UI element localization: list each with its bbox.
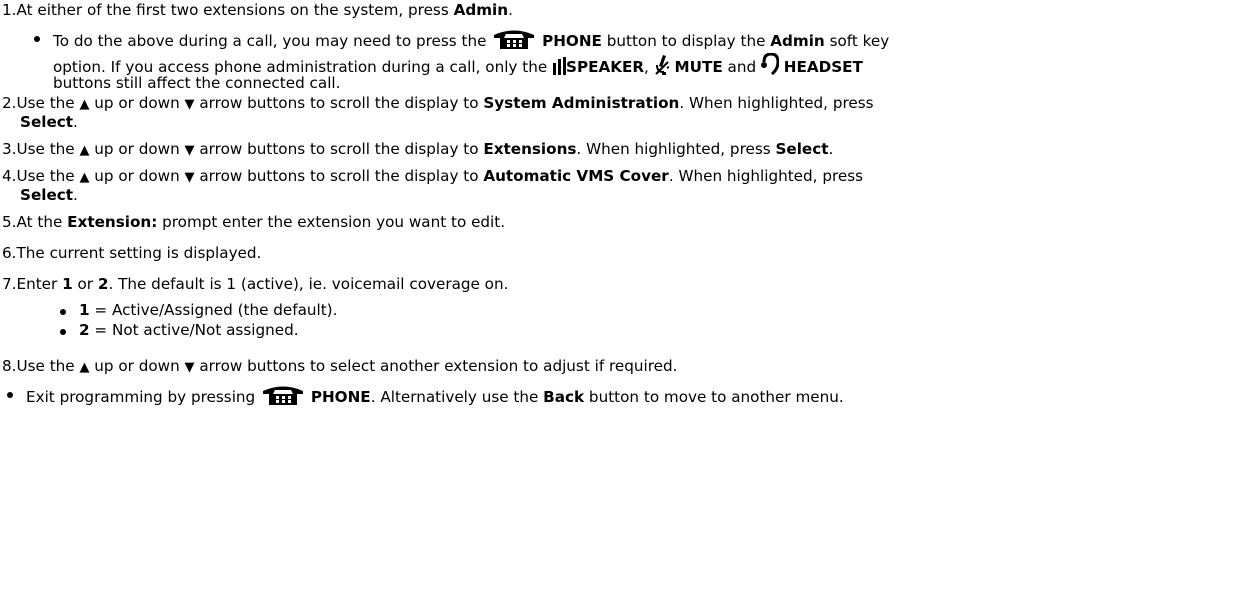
step-text-mid: up or down [89, 167, 185, 185]
step-2-cont: Select. [20, 112, 78, 132]
phone-icon [260, 383, 306, 410]
mute-icon [654, 55, 670, 80]
step-8: 8.Use the ▲ up or down ▼ arrow buttons t… [2, 356, 677, 378]
step-2: 2.Use the ▲ up or down ▼ arrow buttons t… [2, 93, 874, 115]
phone-icon [491, 27, 537, 54]
step-5: 5.At the Extension: prompt enter the ext… [2, 212, 505, 232]
option-1: 1 = Active/Assigned (the default). [79, 300, 337, 320]
speaker-label: SPEAKER [566, 58, 645, 76]
up-arrow-icon: ▲ [79, 170, 90, 185]
exit-text: Exit programming by pressing [26, 388, 261, 406]
step-number: 1. [2, 1, 17, 19]
step-text-mid2: . When highlighted, press [576, 140, 776, 158]
step-number: 8. [2, 357, 17, 375]
step-number: 3. [2, 140, 17, 158]
select-label: Select [20, 113, 74, 131]
up-arrow-icon: ▲ [79, 360, 90, 375]
option-value: 2 [79, 321, 90, 339]
step-text-mid: up or down [89, 140, 185, 158]
phone-label: PHONE [542, 32, 602, 50]
step-text: Use the [16, 140, 80, 158]
exit-instruction: Exit programming by pressing PHONE. Alte… [26, 383, 844, 410]
step-text-post: arrow buttons to scroll the display to [194, 140, 484, 158]
step-text-end: . [828, 140, 834, 158]
step-number: 7. [2, 275, 17, 293]
menu-item-label: Automatic VMS Cover [483, 167, 669, 185]
menu-item-label: Extensions [483, 140, 577, 158]
step-text-end: prompt enter the extension you want to e… [157, 213, 506, 231]
step-text-mid: up or down [89, 357, 185, 375]
headset-icon [760, 52, 780, 80]
up-arrow-icon: ▲ [79, 97, 90, 112]
bullet [34, 36, 40, 42]
step-1-note-line-1: To do the above during a call, you may n… [53, 27, 889, 54]
step-7: 7.Enter 1 or 2. The default is 1 (active… [2, 274, 508, 294]
step-text-end: . When highlighted, press [679, 94, 874, 112]
mute-label: MUTE [674, 58, 723, 76]
step-3: 3.Use the ▲ up or down ▼ arrow buttons t… [2, 139, 833, 161]
note-text-mid: button to display the [601, 32, 771, 50]
step-text-mid: up or down [89, 94, 185, 112]
document-page: { "steps": { "s1": {"num": "1.", "pre": … [0, 0, 1259, 604]
step-text-end: . [508, 1, 513, 19]
step-text-end: . [73, 113, 78, 131]
exit-text-mid: . Alternatively use the [370, 388, 544, 406]
step-text-end: . When highlighted, press [668, 167, 864, 185]
note-text: buttons still affect the connected call. [53, 74, 341, 92]
step-1-note-line-3: buttons still affect the connected call. [53, 73, 340, 93]
down-arrow-icon: ▼ [184, 143, 195, 158]
option-2: 2 = Not active/Not assigned. [79, 320, 299, 340]
prompt-label: Extension: [67, 213, 158, 231]
step-1: 1.At either of the first two extensions … [2, 0, 513, 20]
phone-label: PHONE [310, 388, 371, 406]
admin-label: Admin [770, 32, 825, 50]
bullet [7, 392, 13, 398]
menu-item-label: System Administration [483, 94, 680, 112]
headset-label: HEADSET [783, 58, 863, 76]
bullet [60, 309, 66, 315]
step-text-end: . The default is 1 (active), ie. voicema… [108, 275, 509, 293]
note-text: To do the above during a call, you may n… [53, 32, 492, 50]
bullet [60, 329, 66, 335]
option-value: 2 [97, 275, 109, 293]
step-number: 6. [2, 244, 17, 262]
step-text: Use the [16, 167, 80, 185]
exit-text-end: button to move to another menu. [584, 388, 844, 406]
up-arrow-icon: ▲ [79, 143, 90, 158]
option-text: = Not active/Not assigned. [89, 321, 299, 339]
select-label: Select [20, 186, 74, 204]
step-text: Use the [16, 94, 80, 112]
step-text-end: arrow buttons to select another extensio… [194, 357, 678, 375]
step-text: The current setting is displayed. [16, 244, 262, 262]
admin-label: Admin [453, 1, 509, 19]
separator-and: and [722, 58, 761, 76]
speaker-icon [552, 57, 566, 80]
step-4-cont: Select. [20, 185, 78, 205]
step-text-post: arrow buttons to scroll the display to [194, 167, 484, 185]
select-label: Select [775, 140, 829, 158]
step-text-post: arrow buttons to scroll the display to [194, 94, 484, 112]
step-number: 4. [2, 167, 17, 185]
step-text: At either of the first two extensions on… [16, 1, 454, 19]
separator: , [644, 58, 654, 76]
option-value: 1 [79, 301, 90, 319]
back-label: Back [543, 388, 585, 406]
step-text: Use the [16, 357, 80, 375]
step-number: 5. [2, 213, 17, 231]
down-arrow-icon: ▼ [184, 170, 195, 185]
option-text: = Active/Assigned (the default). [89, 301, 338, 319]
step-text-end: . [73, 186, 78, 204]
step-4: 4.Use the ▲ up or down ▼ arrow buttons t… [2, 166, 863, 188]
step-6: 6.The current setting is displayed. [2, 243, 261, 263]
note-text-end: soft key [824, 32, 890, 50]
down-arrow-icon: ▼ [184, 360, 195, 375]
step-text: At the [16, 213, 68, 231]
step-text: Enter [16, 275, 63, 293]
down-arrow-icon: ▼ [184, 97, 195, 112]
option-value: 1 [62, 275, 73, 293]
step-text-mid: or [72, 275, 98, 293]
step-number: 2. [2, 94, 17, 112]
